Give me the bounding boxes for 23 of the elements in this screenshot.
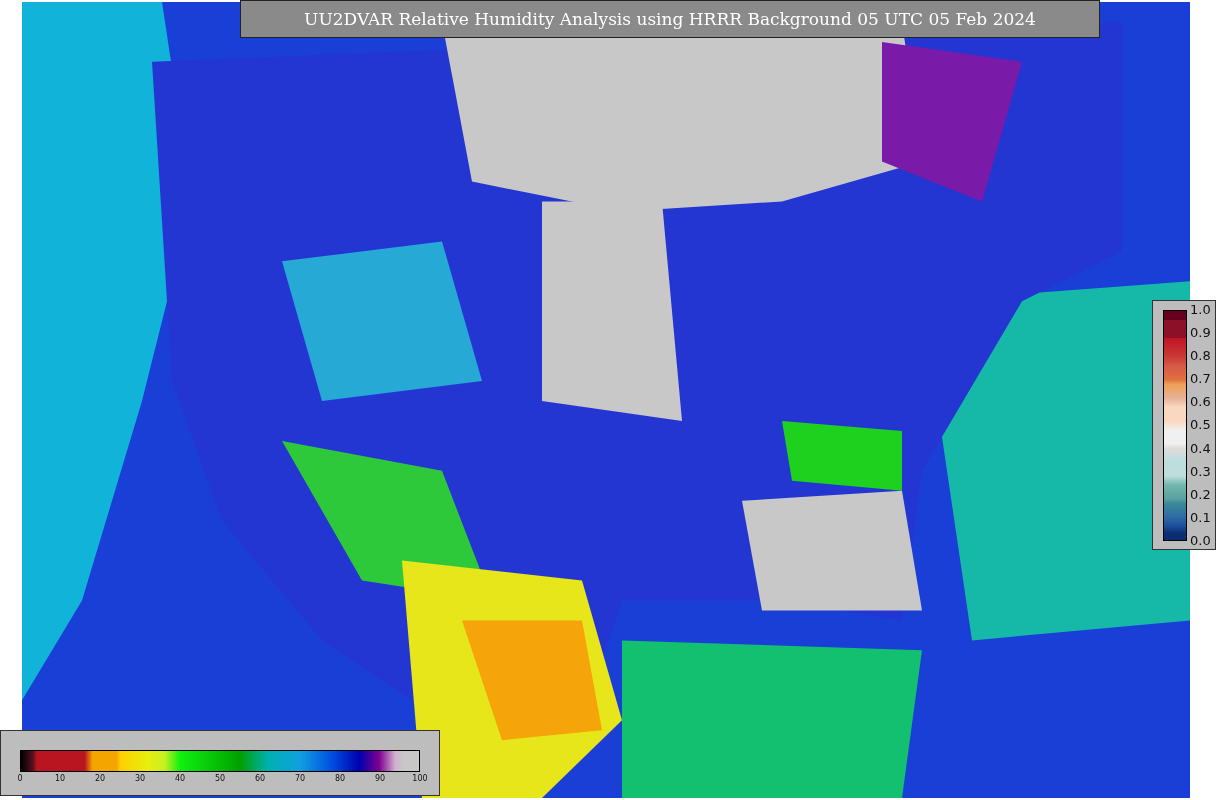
tick-label: 60 [253,774,267,783]
tick-label: 80 [333,774,347,783]
tick-label: 20 [93,774,107,783]
tick-label: 0.3 [1190,462,1211,480]
tick-label: 0.4 [1190,439,1211,457]
tick-label: 0.8 [1190,347,1211,365]
tick-label: 0.1 [1190,508,1211,526]
tick-label: 0.0 [1190,531,1211,549]
tick-label: 0.2 [1190,485,1211,503]
tick-label: 100 [411,774,429,783]
tick-label: 0.6 [1190,393,1211,411]
tick-label: 0.9 [1190,324,1211,342]
tick-label: 40 [173,774,187,783]
tick-label: 0 [16,774,24,783]
map-title: UU2DVAR Relative Humidity Analysis using HRRR Background 05 UTC 05 Feb 2024 [240,0,1100,38]
tick-label: 30 [133,774,147,783]
tick-label: 1.0 [1190,301,1211,318]
tick-label: 10 [53,774,67,783]
tick-label: 0.5 [1190,416,1211,434]
tick-label: 50 [213,774,227,783]
tick-label: 70 [293,774,307,783]
tick-label: 0.7 [1190,370,1211,388]
tick-label: 90 [373,774,387,783]
